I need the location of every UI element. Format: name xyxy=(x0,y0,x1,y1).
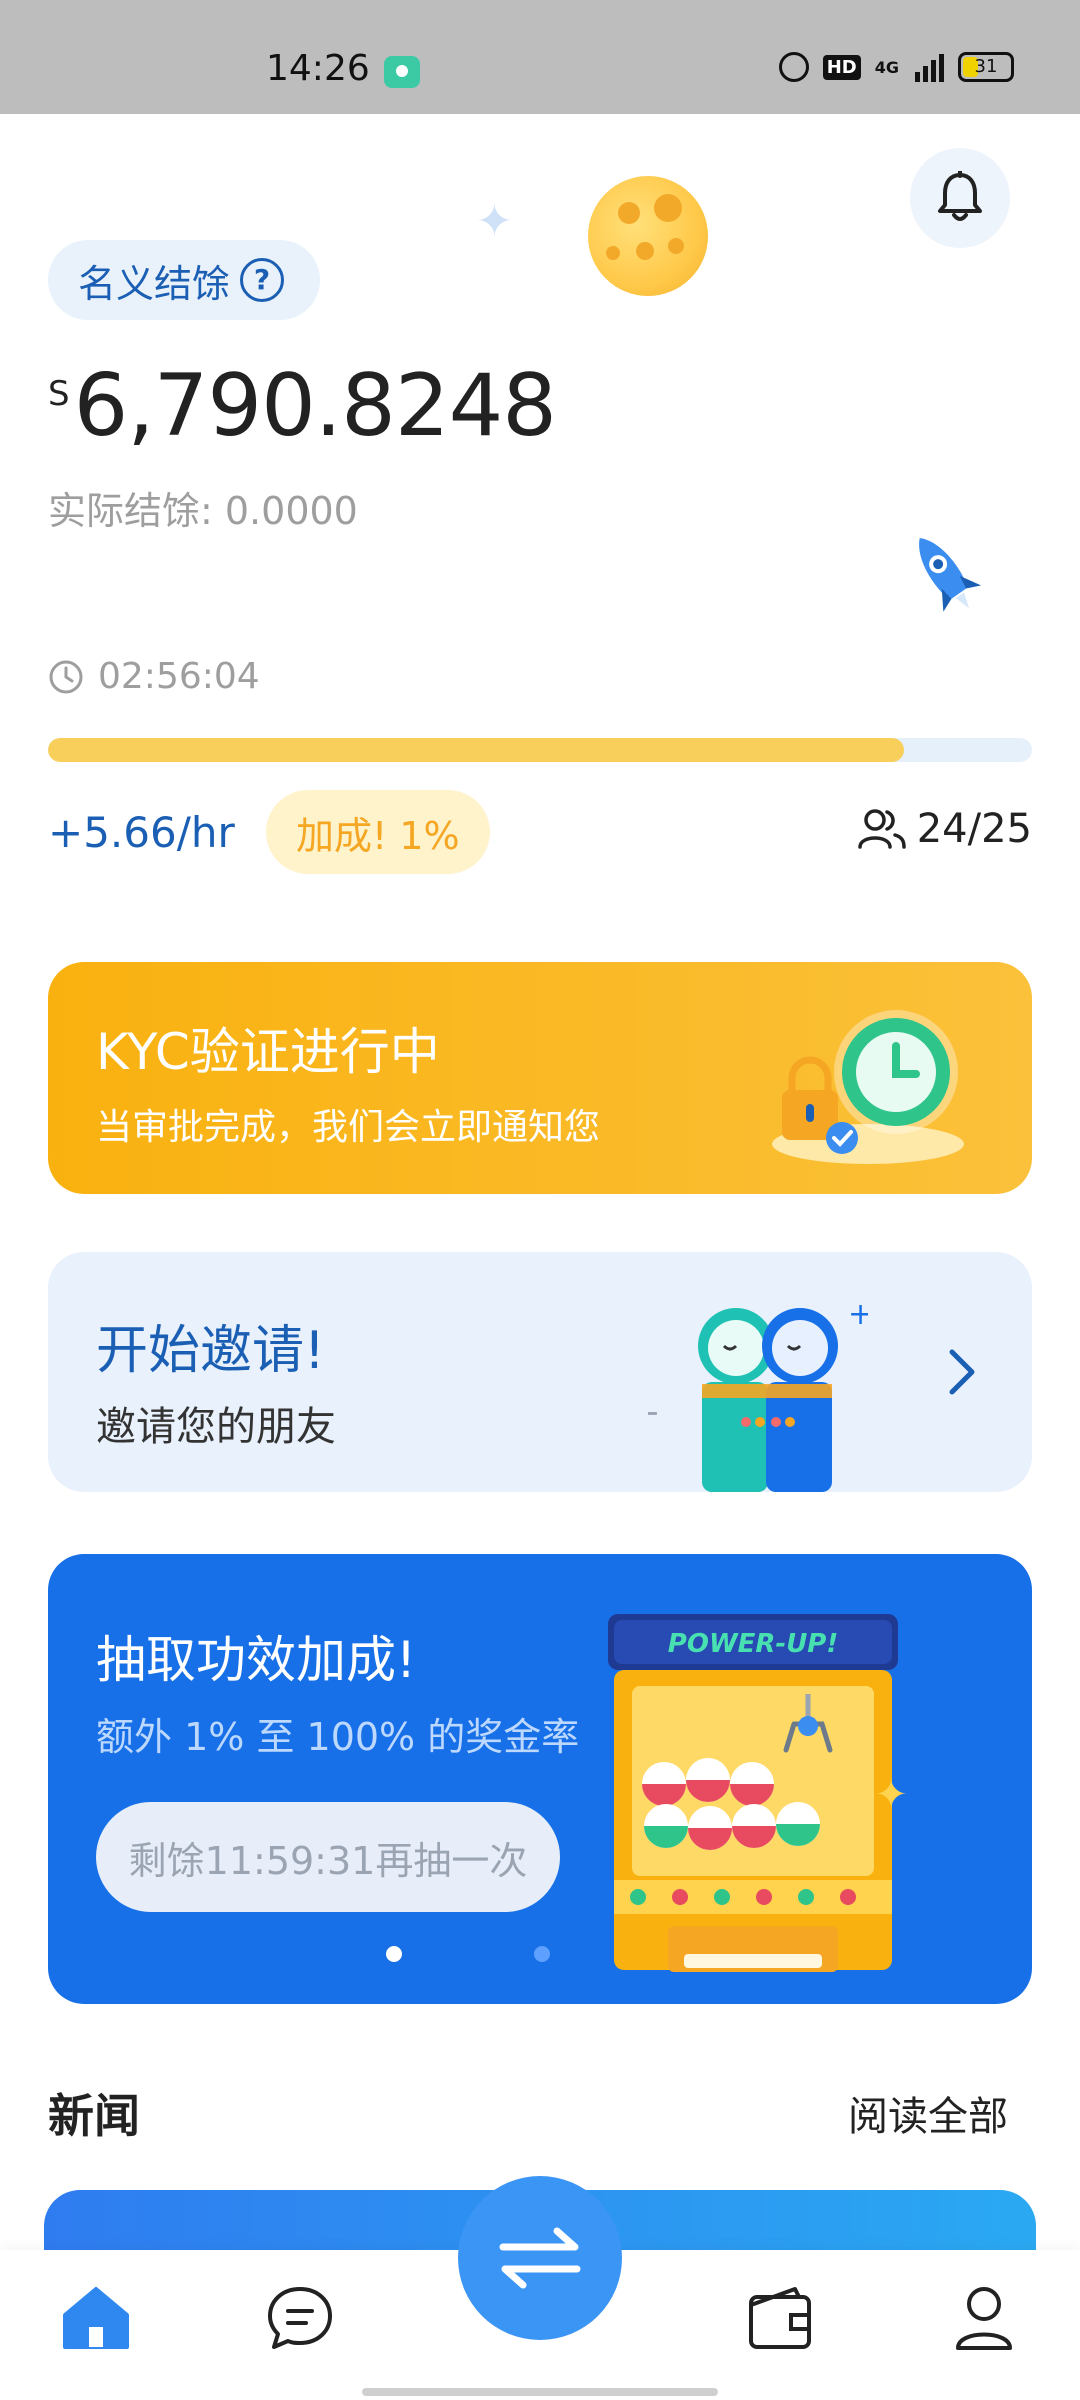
read-all-link[interactable]: 阅读全部 xyxy=(848,2084,1008,2142)
carousel-dot-active xyxy=(386,1946,402,1962)
draw-again-button[interactable]: 剩馀11:59:31再抽一次 xyxy=(96,1802,560,1912)
home-indicator xyxy=(362,2388,718,2396)
nav-home[interactable] xyxy=(56,2278,136,2358)
home-icon xyxy=(63,2287,129,2349)
profile-icon xyxy=(956,2287,1012,2350)
wallet-icon xyxy=(749,2287,811,2349)
status-indicators: HD 4G 31 xyxy=(778,52,1014,82)
nav-profile[interactable] xyxy=(944,2278,1024,2358)
svg-text:✦: ✦ xyxy=(874,1772,908,1818)
invite-subtitle: 邀请您的朋友 xyxy=(96,1404,336,1450)
invite-title: 开始邀请! xyxy=(96,1321,325,1381)
kyc-pending-illustration xyxy=(772,1010,964,1164)
claw-machine-illustration: POWER-UP! ✦ xyxy=(608,1614,908,1972)
mining-progress-bar xyxy=(48,738,1032,762)
chat-icon xyxy=(268,2287,332,2349)
kyc-status-card[interactable]: KYC验证进行中 当审批完成，我们会立即通知您 xyxy=(48,962,1032,1194)
network-type: 4G xyxy=(874,57,899,77)
moon-illustration xyxy=(588,176,708,296)
mining-rate: +5.66/hr xyxy=(48,808,235,857)
nav-wallet[interactable] xyxy=(740,2278,820,2358)
help-icon[interactable]: ? xyxy=(240,258,285,302)
powerup-card[interactable]: 抽取功效加成! 额外 1% 至 100% 的奖金率 剩馀11:59:31再抽一次… xyxy=(48,1554,1032,2004)
powerup-machine-label: POWER-UP! xyxy=(668,1629,838,1659)
currency-symbol: S xyxy=(48,374,70,414)
carousel-dot xyxy=(534,1946,550,1962)
balance-value: 6,790.8248 xyxy=(73,356,557,456)
team-count-value: 24/25 xyxy=(916,806,1032,852)
balance-amount: S 6,790.8248 xyxy=(48,356,557,456)
swap-arrows-icon xyxy=(499,2227,581,2289)
users-icon xyxy=(857,809,906,849)
clock-icon xyxy=(49,660,83,693)
powerup-title: 抽取功效加成! xyxy=(96,1631,417,1689)
app-notification-icon xyxy=(384,56,420,88)
invite-card[interactable]: 开始邀请! 邀请您的朋友 + + xyxy=(48,1252,1032,1492)
sparkle-icon: ✦ xyxy=(476,196,513,247)
mining-timer: 02:56:04 xyxy=(48,656,260,697)
battery-icon: 31 xyxy=(958,52,1014,82)
status-time: 14:26 xyxy=(266,48,370,89)
kyc-subtitle: 当审批完成，我们会立即通知您 xyxy=(96,1107,601,1148)
svg-text:+: + xyxy=(648,1393,661,1433)
actual-balance: 实际结馀: 0.0000 xyxy=(48,489,358,533)
kyc-title: KYC验证进行中 xyxy=(96,1023,440,1081)
alarm-icon xyxy=(778,52,809,82)
carousel-dots xyxy=(386,1946,550,1962)
rocket-icon[interactable] xyxy=(900,524,990,624)
svg-text:+: + xyxy=(848,1297,868,1332)
mining-progress-fill xyxy=(48,738,905,762)
news-heading: 新闻 xyxy=(48,2089,140,2143)
friends-illustration: + + xyxy=(648,1297,868,1492)
status-bar: 14:26 HD 4G 31 xyxy=(0,0,1080,114)
battery-level: 31 xyxy=(974,56,998,77)
boost-badge: 加成! 1% xyxy=(266,790,490,874)
swap-button[interactable] xyxy=(458,2176,622,2340)
team-count[interactable]: 24/25 xyxy=(857,806,1032,852)
nominal-balance-label[interactable]: 名义结馀 ? xyxy=(48,240,321,320)
chevron-right-icon[interactable] xyxy=(932,1342,992,1402)
signal-icon xyxy=(915,52,944,82)
notifications-button[interactable] xyxy=(910,148,1010,248)
hd-icon: HD xyxy=(822,54,861,80)
bell-icon xyxy=(938,171,982,221)
nominal-balance-text: 名义结馀 xyxy=(78,261,231,306)
nav-messages[interactable] xyxy=(260,2278,340,2358)
powerup-subtitle: 额外 1% 至 100% 的奖金率 xyxy=(96,1715,580,1759)
timer-value: 02:56:04 xyxy=(98,656,260,697)
